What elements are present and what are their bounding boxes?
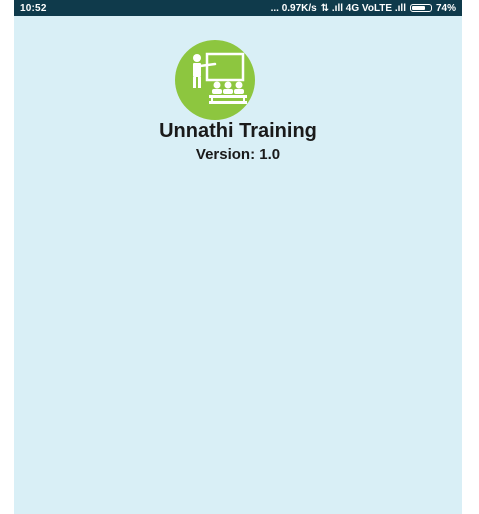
battery-percent: 74% bbox=[435, 2, 456, 14]
app-title: Unnathi Training bbox=[159, 120, 317, 142]
battery-icon bbox=[409, 4, 432, 12]
signal-info: ⇅ .ıll 4G VoLTE .ıll bbox=[320, 2, 406, 14]
status-bar: 10:52 ... 0.97K/s ⇅ .ıll 4G VoLTE .ıll 7… bbox=[14, 0, 462, 16]
classroom-training-icon bbox=[193, 52, 247, 104]
status-time: 10:52 bbox=[20, 2, 47, 14]
app-version: Version: 1.0 bbox=[195, 146, 281, 163]
app-screen: 10:52 ... 0.97K/s ⇅ .ıll 4G VoLTE .ıll 7… bbox=[14, 0, 462, 514]
status-indicators: ... 0.97K/s ⇅ .ıll 4G VoLTE .ıll 74% bbox=[271, 3, 456, 14]
battery-level-fill bbox=[411, 6, 425, 10]
app-logo bbox=[175, 40, 255, 120]
network-speed: ... 0.97K/s bbox=[270, 2, 317, 14]
